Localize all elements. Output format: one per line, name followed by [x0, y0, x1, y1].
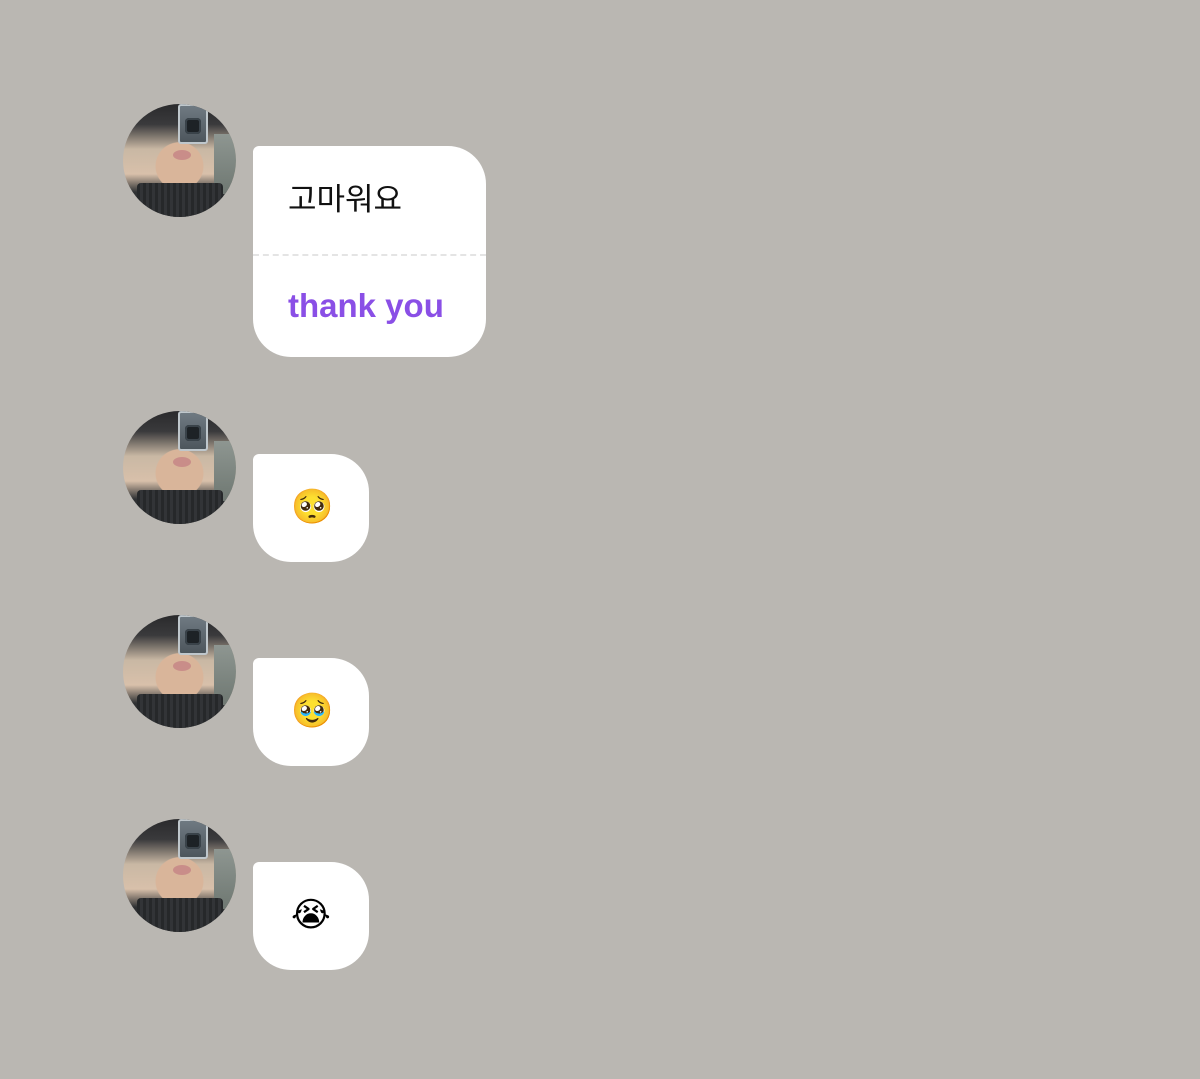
translation-divider: [253, 254, 486, 256]
face-holding-back-tears-emoji: 🥹: [291, 691, 334, 731]
sender-avatar[interactable]: [123, 615, 236, 728]
sender-avatar[interactable]: [123, 411, 236, 524]
message-translation-text: thank you: [288, 287, 444, 324]
message-bubble-emoji[interactable]: 🥺: [253, 454, 369, 562]
message-bubble-emoji[interactable]: 🥹: [253, 658, 369, 766]
sender-avatar[interactable]: [123, 104, 236, 217]
pleading-face-emoji: 🥺: [291, 487, 334, 527]
message-bubble-emoji[interactable]: 😭: [253, 862, 369, 970]
loudly-crying-face-emoji: 😭: [291, 895, 331, 935]
message-bubble-translated[interactable]: 고마워요 thank you: [253, 146, 486, 357]
sender-avatar[interactable]: [123, 819, 236, 932]
message-original-text: 고마워요: [288, 182, 403, 218]
